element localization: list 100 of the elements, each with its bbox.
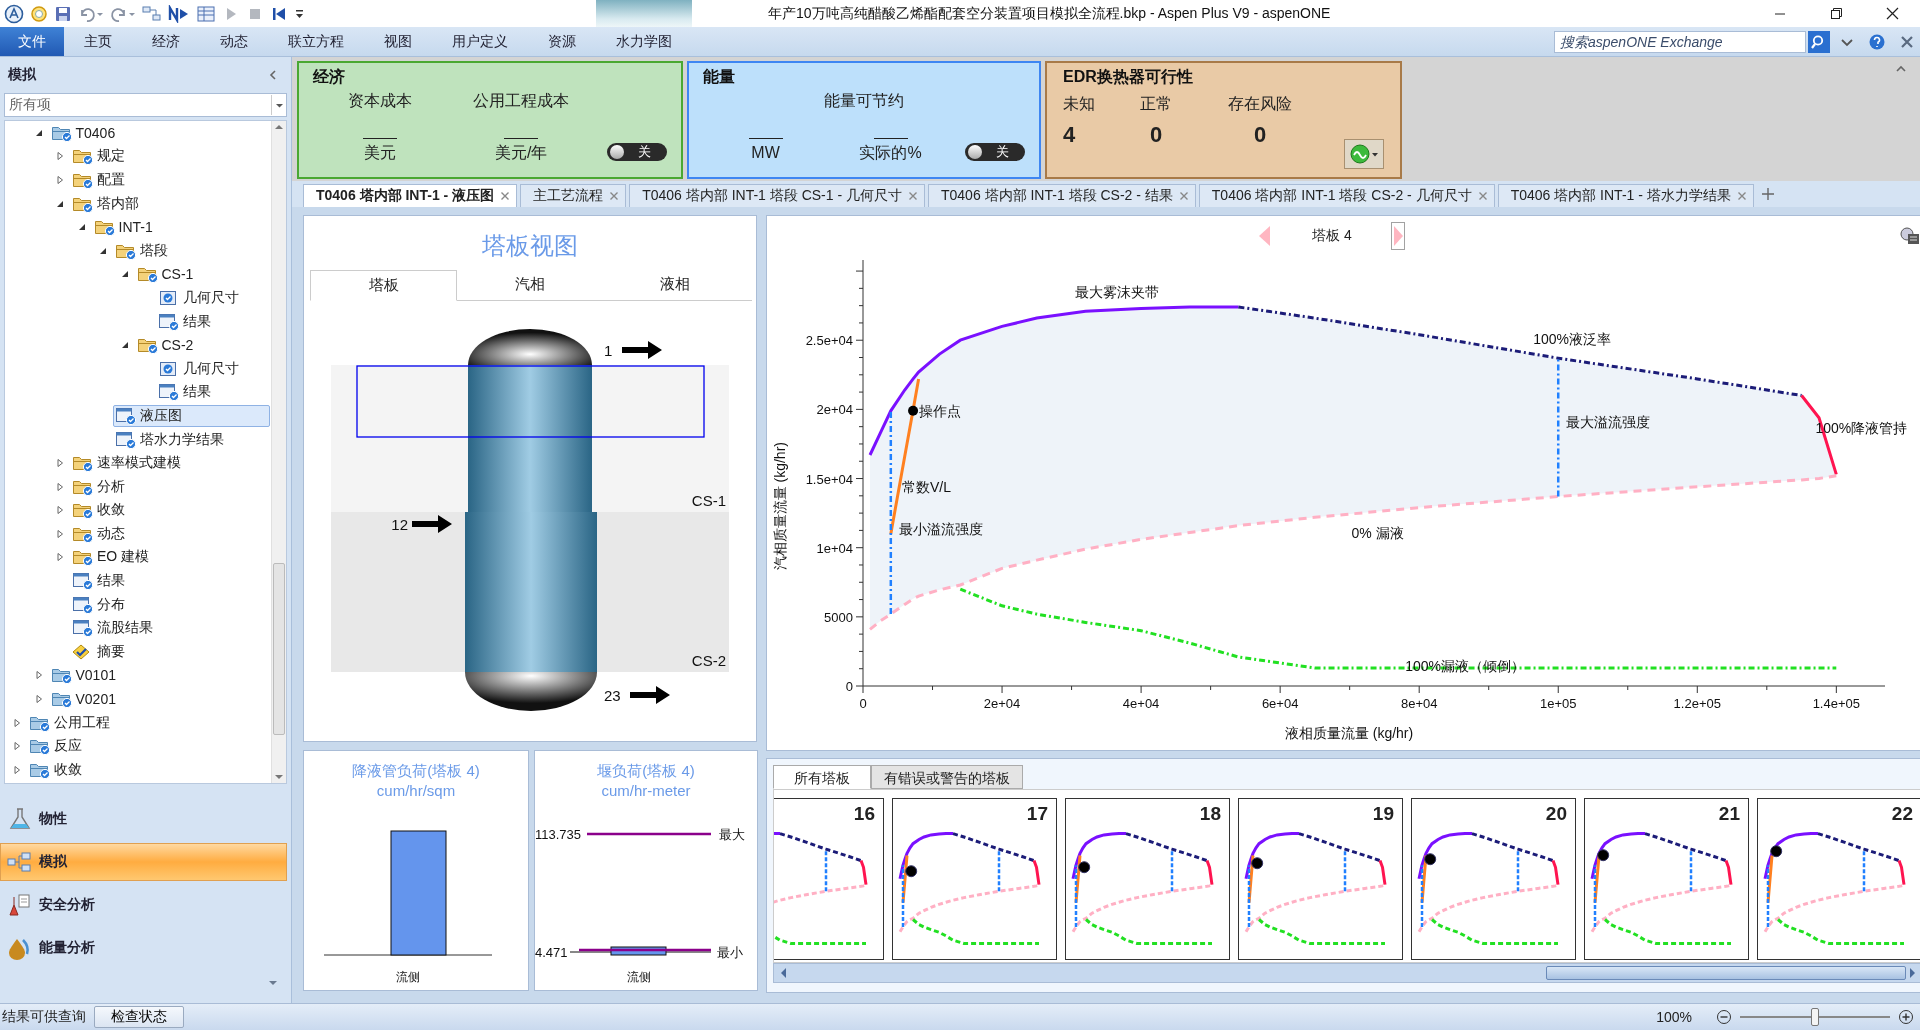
tree-item[interactable]: 液压图 (113, 404, 270, 427)
document-tab[interactable]: T0406 塔内部 INT-1 塔段 CS-2 - 几何尺寸 (1198, 184, 1495, 207)
scroll-thumb[interactable] (1546, 966, 1906, 980)
tray-thumbnail[interactable]: 20 (1411, 798, 1576, 960)
document-tab[interactable]: T0406 塔内部 INT-1 塔段 CS-2 - 结果 (928, 184, 1196, 207)
tree-item[interactable]: 规定 (70, 145, 130, 168)
table-icon[interactable] (196, 4, 216, 23)
tree-item[interactable]: 分布 (70, 593, 130, 616)
tree-item[interactable]: 分析 (70, 475, 130, 498)
tray-thumbnail[interactable]: 22 (1757, 798, 1920, 960)
tree-item[interactable]: 流股结果 (70, 617, 158, 640)
tab[interactable]: 汽相 (457, 270, 602, 300)
nav-item[interactable]: 安全分析 (0, 886, 287, 924)
more-caret-icon[interactable] (267, 978, 279, 988)
search-field[interactable]: 搜索aspenONE Exchange (1554, 30, 1806, 53)
tree-item[interactable]: CS-1 (134, 263, 199, 286)
document-tab[interactable]: T0406 塔内部 INT-1 - 液压图 (303, 184, 518, 207)
flowsheet-icon[interactable] (142, 4, 162, 23)
scroll-thumb[interactable] (273, 563, 285, 735)
scrollbar[interactable] (271, 121, 286, 783)
tree-item[interactable]: 结果 (70, 570, 130, 593)
results-icon (158, 383, 180, 402)
document-tab[interactable]: 主工艺流程 (520, 184, 627, 207)
chart-options-icon[interactable] (1899, 226, 1920, 246)
tray-thumbnail[interactable]: 17 (892, 798, 1057, 960)
ribbon-tab[interactable]: 水力学图 (596, 27, 692, 56)
tree-item[interactable]: 结果 (156, 310, 216, 333)
unit-label: 实际的% (859, 143, 922, 163)
status-count: 0 (1252, 121, 1268, 149)
tree-item[interactable]: 收敛 (27, 758, 87, 781)
tree-item[interactable]: V0101 (48, 664, 121, 687)
tab[interactable]: 塔板 (310, 270, 457, 301)
collapse-ribbon-icon[interactable] (1894, 63, 1908, 73)
nav-item[interactable]: 模拟 (0, 843, 287, 881)
stream-arrow[interactable] (412, 515, 452, 533)
axis-label: 流侧 (627, 970, 651, 984)
tray-thumbnail[interactable]: 18 (1065, 798, 1230, 960)
tree-item[interactable]: T0406 (48, 121, 121, 144)
tree-item[interactable]: 收敛 (70, 499, 130, 522)
point-label: 操作点 (919, 402, 962, 419)
nav-item[interactable]: 能量分析 (0, 929, 287, 967)
curve-label: 常数V/L (901, 479, 951, 496)
search-button[interactable] (1808, 30, 1830, 53)
tray-thumbnail[interactable]: 16 (774, 798, 884, 960)
tree-item[interactable]: INT-1 (91, 216, 158, 239)
collapse-chevron-icon[interactable] (267, 68, 279, 82)
limit-line (1343, 849, 1347, 892)
tree-item[interactable]: 速率模式建模 (70, 452, 186, 475)
app-logo-icon[interactable] (4, 3, 24, 24)
tree-item[interactable]: 公用工程 (27, 711, 115, 734)
selected-tray-frame[interactable] (356, 365, 705, 438)
refresh-button[interactable] (1344, 139, 1384, 169)
tab[interactable]: 有错误或警告的塔板 (871, 765, 1023, 789)
tree-item[interactable]: V0201 (48, 688, 121, 711)
ribbon-tab[interactable]: 动态 (200, 27, 268, 56)
tab[interactable]: 所有塔板 (773, 765, 871, 789)
tree-item[interactable]: 塔水力学结果 (113, 428, 229, 451)
operating-point[interactable] (908, 405, 919, 416)
tree-item[interactable]: 摘要 (70, 640, 130, 663)
filter-dropdown[interactable]: 所有项 (4, 93, 287, 117)
tree-item[interactable]: 塔内部 (70, 192, 144, 215)
tree-item[interactable]: 塔段 (113, 239, 173, 262)
circle-icon[interactable] (30, 4, 48, 23)
ribbon-tab[interactable]: 用户定义 (432, 27, 528, 56)
stream-arrow[interactable] (622, 341, 662, 359)
ribbon-tab[interactable]: 经济 (132, 27, 200, 56)
tree-item[interactable]: CS-2 (134, 334, 199, 357)
next-tray-icon[interactable] (1391, 222, 1405, 250)
save-icon[interactable] (54, 4, 72, 23)
check-status-button[interactable]: 检查状态 (94, 1006, 184, 1028)
tree-item[interactable]: 反应 (27, 735, 87, 758)
tree-item[interactable]: 几何尺寸 (156, 286, 244, 309)
ribbon-tab[interactable]: 主页 (64, 27, 132, 56)
document-tab[interactable]: T0406 塔内部 INT-1 塔段 CS-1 - 几何尺寸 (629, 184, 925, 207)
tray-number: 21 (1718, 803, 1740, 825)
tree-item[interactable]: EO 建模 (70, 546, 155, 569)
toggle-switch[interactable]: 关 (965, 143, 1025, 161)
tray-number: 19 (1372, 803, 1394, 825)
toggle-switch[interactable]: 关 (607, 143, 667, 161)
ribbon-tab[interactable]: 联立方程 (268, 27, 364, 56)
ribbon-tab[interactable]: 资源 (528, 27, 596, 56)
tray-thumbnail[interactable]: 19 (1238, 798, 1403, 960)
scrollbar[interactable] (773, 963, 1920, 983)
tab[interactable]: 液相 (602, 270, 747, 300)
tree-item[interactable]: 几何尺寸 (156, 357, 244, 380)
metric-label: 公用工程成本 (473, 91, 570, 111)
tree-item[interactable]: 配置 (70, 169, 130, 191)
tree-item[interactable]: 动态 (70, 522, 130, 545)
tree-item[interactable]: 结果 (156, 381, 216, 404)
chart-title: 堰负荷(塔板 4) (597, 761, 695, 781)
zoom-out-icon[interactable] (1716, 1009, 1732, 1025)
document-tab[interactable]: T0406 塔内部 INT-1 - 塔水力学结果 (1497, 184, 1754, 207)
file-menu-button[interactable]: 文件 (0, 27, 64, 56)
ribbon-tab[interactable]: 视图 (364, 27, 432, 56)
nav-item[interactable]: 物性 (0, 800, 287, 838)
next-arrow-icon[interactable] (168, 4, 190, 23)
zoom-in-icon[interactable] (1898, 1009, 1914, 1025)
stream-arrow[interactable] (630, 686, 670, 704)
tray-thumbnail[interactable]: 21 (1584, 798, 1749, 960)
slider-thumb[interactable] (1811, 1008, 1819, 1026)
